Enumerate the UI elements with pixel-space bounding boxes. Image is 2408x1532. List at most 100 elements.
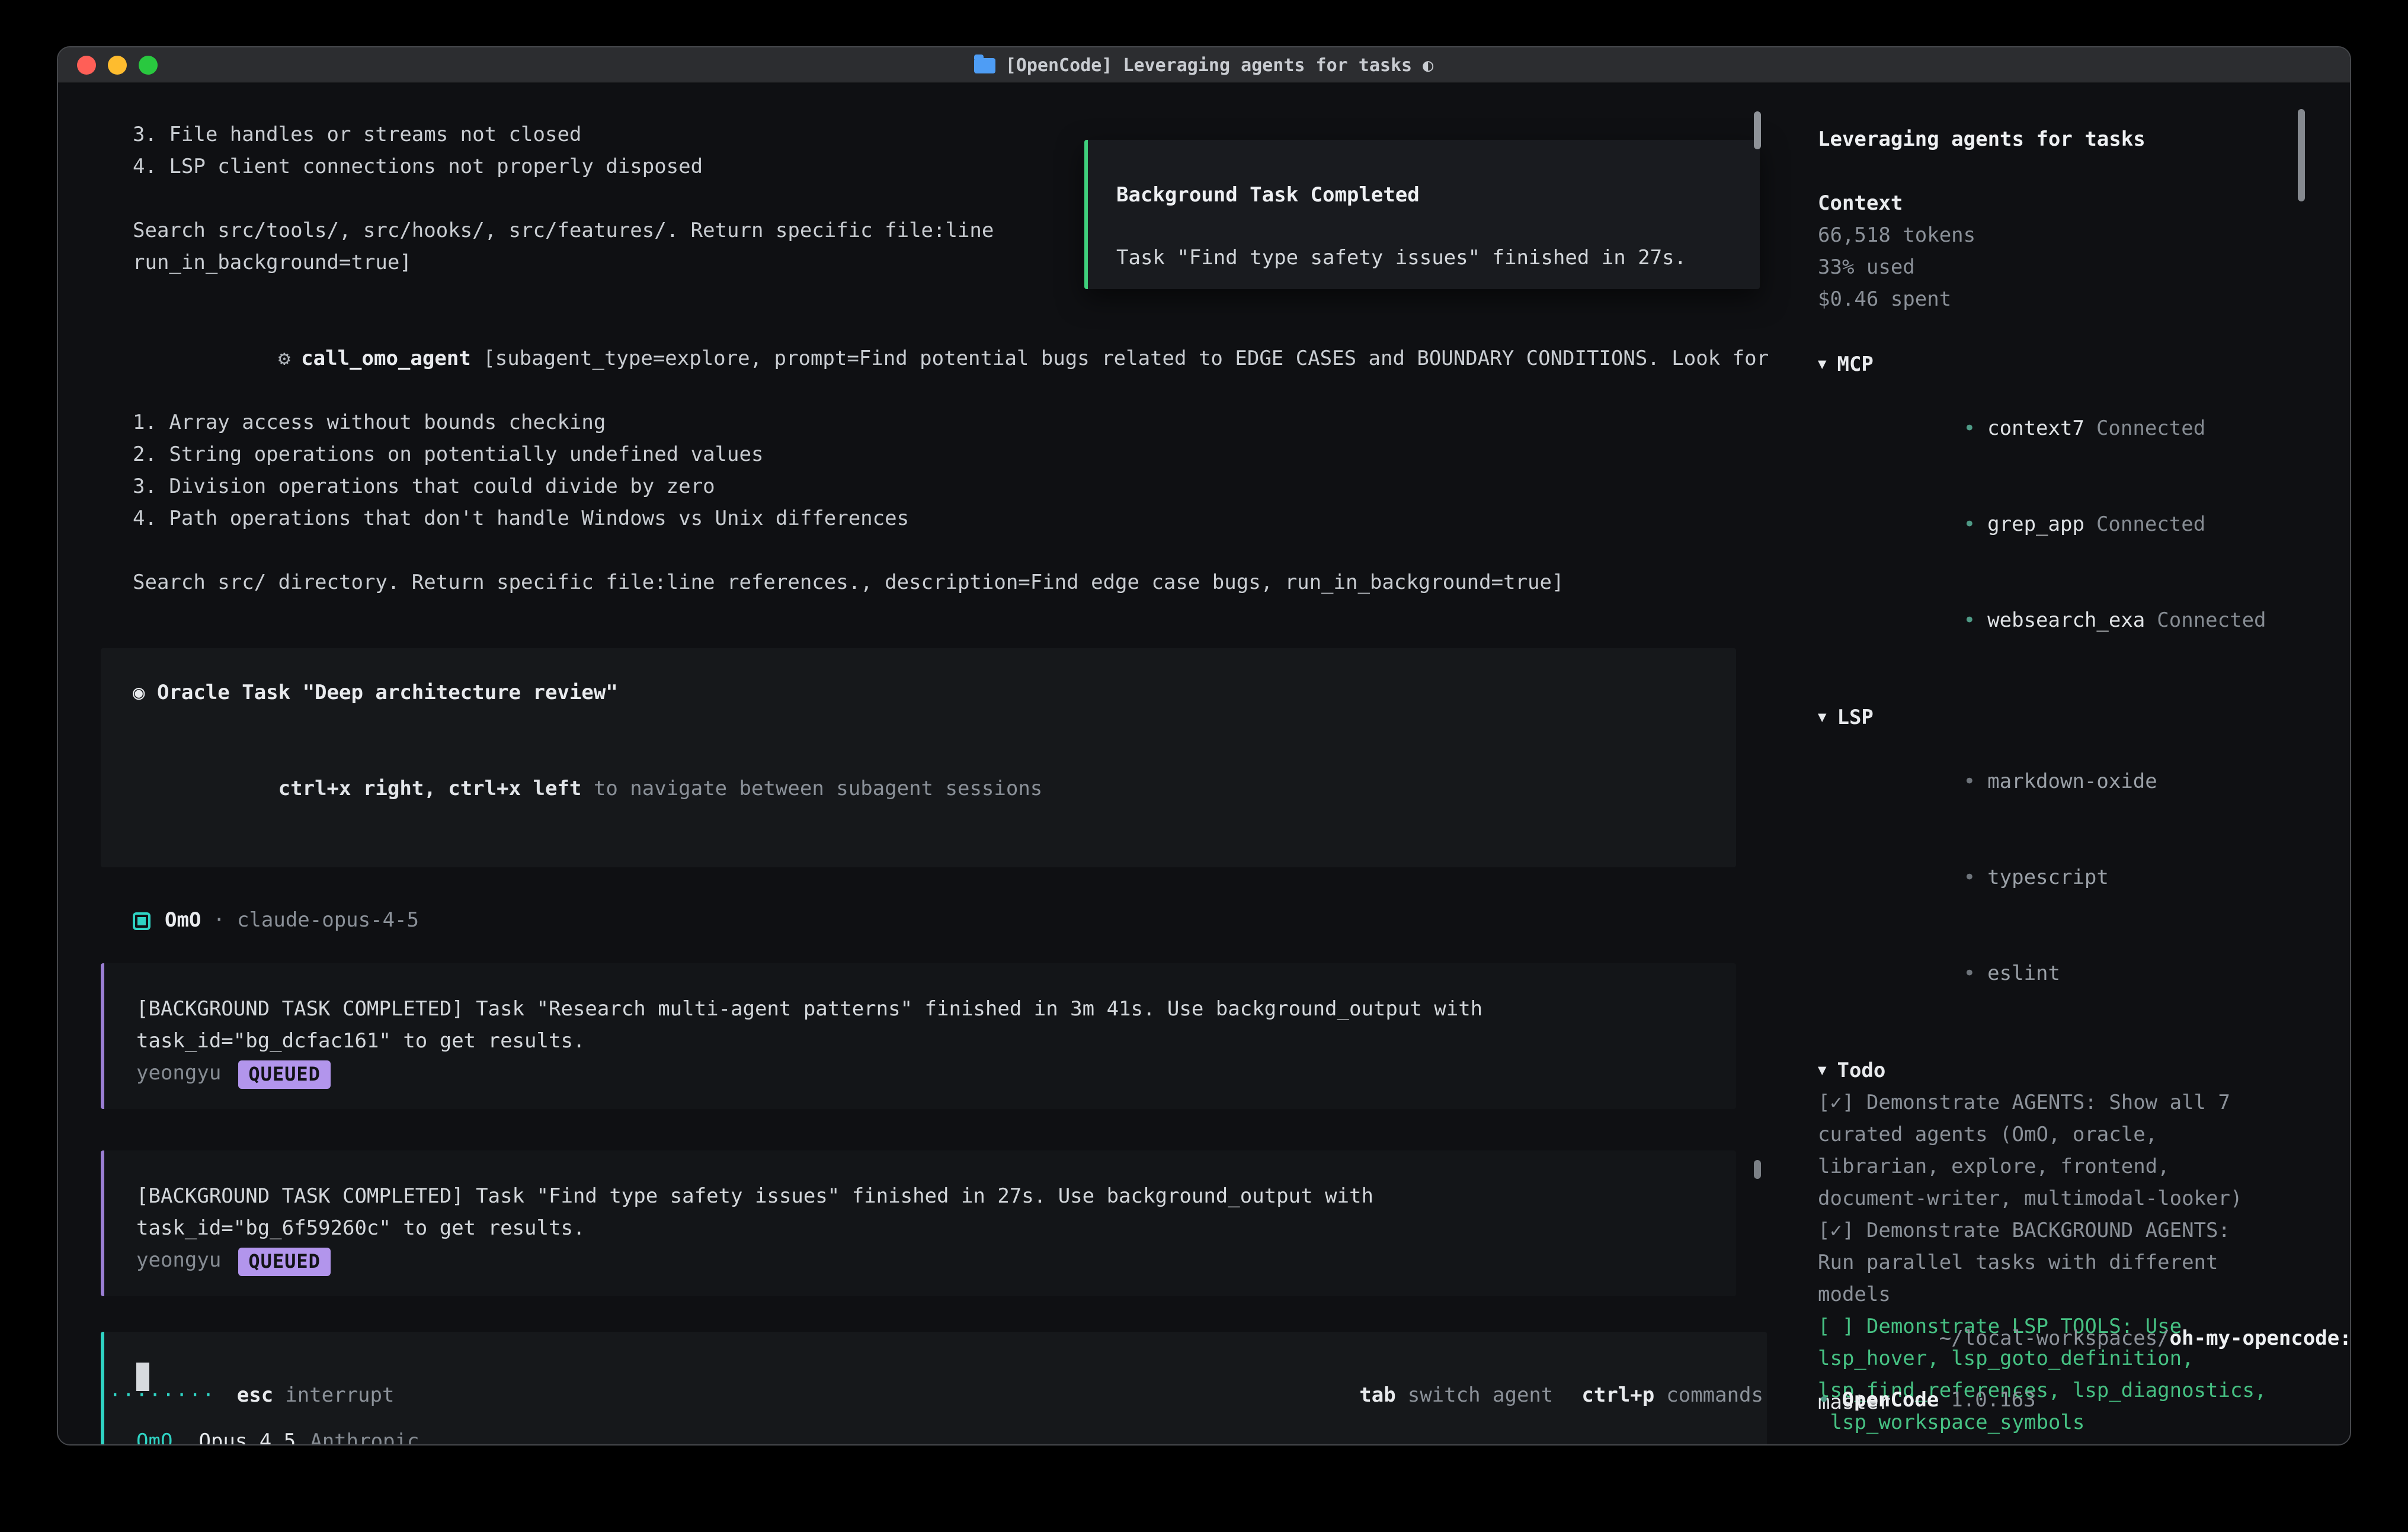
opencode-version: •OpenCode1.0.163 — [1818, 1385, 2036, 1417]
tool-call-list-line: 4. Path operations that don't handle Win… — [133, 504, 1765, 536]
agent-model: claude-opus-4-5 — [237, 905, 419, 937]
lsp-item: • typescript — [1818, 831, 2274, 927]
bullet-icon: • — [1964, 866, 1976, 890]
spinner-dots: ········ — [109, 1380, 216, 1412]
input-meta: OmOOpus 4.5Anthropic — [136, 1427, 1743, 1446]
commands-hint: ctrl+p commands — [1581, 1380, 1763, 1412]
agent-separator: · — [213, 905, 225, 937]
sidebar-scrollbar-thumb[interactable] — [2298, 109, 2305, 201]
tool-call-name: call_omo_agent — [301, 347, 471, 371]
message-meta: yeongyu QUEUED — [136, 1245, 1712, 1277]
blank-line — [133, 710, 1712, 742]
agent-square-icon — [133, 912, 150, 930]
background-task-message: [BACKGROUND TASK COMPLETED] Task "Find t… — [101, 1150, 1736, 1296]
mcp-section: ▼ MCP • context7 Connected • grep_app Connect… — [1818, 348, 2274, 669]
tab-key-hint: tab — [1359, 1384, 1395, 1408]
message-author: yeongyu — [136, 1245, 221, 1277]
subagent-nav-hint: ctrl+x right, ctrl+x left to navigate be… — [133, 742, 1712, 838]
mcp-item-name: grep_app — [1987, 513, 2084, 537]
message-line: [BACKGROUND TASK COMPLETED] Task "Find t… — [136, 1181, 1712, 1213]
oracle-task-title: ◉ Oracle Task "Deep architecture review" — [133, 678, 1712, 710]
window-title-area: [OpenCode] Leveraging agents for tasks ◐ — [58, 47, 2350, 83]
lsp-section: ▼ LSP •markdown-oxide • typescript • eslint — [1818, 701, 2274, 1023]
context-section: Context 66,518 tokens 33% used $0.46 spe… — [1818, 188, 2274, 316]
tool-call-tail: Search src/ directory. Return specific f… — [133, 568, 1765, 600]
message-author: yeongyu — [136, 1058, 221, 1090]
mcp-item-status: Connected — [2096, 417, 2205, 441]
context-used: 33% used — [1818, 252, 2274, 284]
workspace-prefix: ~/local-workspaces/ — [1939, 1327, 2170, 1351]
lsp-header-label: LSP — [1837, 706, 1873, 730]
lsp-item-name: typescript — [1987, 866, 2109, 890]
bullet-icon: • — [1964, 417, 1976, 441]
input-agent-name: OmO — [136, 1430, 172, 1446]
hint-keys: ctrl+x right, ctrl+x left — [278, 777, 582, 801]
todo-item: [✓] Demonstrate AGENTS: Show all 7 curat… — [1818, 1088, 2274, 1216]
ctrlp-key-label: commands — [1666, 1384, 1763, 1408]
background-task-message: [BACKGROUND TASK COMPLETED] Task "Resear… — [101, 963, 1736, 1109]
message-meta: yeongyu QUEUED — [136, 1058, 1712, 1090]
tab-hint: tabswitch agent — [1359, 1380, 1553, 1412]
status-right: tabswitch agent ctrl+p commands — [1331, 1380, 1763, 1412]
todo-header[interactable]: ▼Todo — [1818, 1055, 2274, 1088]
esc-key-label: interrupt — [285, 1380, 394, 1412]
agent-name: OmO — [165, 905, 201, 937]
mcp-header-label: MCP — [1837, 353, 1873, 377]
status-left: ········ esc interrupt — [94, 1380, 394, 1412]
lsp-item: •markdown-oxide — [1818, 735, 2274, 831]
lsp-item: • eslint — [1818, 927, 2274, 1023]
tool-call-header: ⚙call_omo_agent [subagent_type=explore, … — [133, 312, 1765, 408]
mcp-item-name: context7 — [1987, 417, 2084, 441]
tool-call-args-text: [subagent_type=explore, prompt=Find pote… — [483, 347, 1769, 371]
tool-call-list-line: 2. String operations on potentially unde… — [133, 440, 1765, 472]
session-title: Leveraging agents for tasks — [1818, 124, 2274, 156]
tool-call-list-line: 3. Division operations that could divide… — [133, 472, 1765, 504]
main-scrollbar-thumb[interactable] — [1754, 1160, 1761, 1179]
message-line: [BACKGROUND TASK COMPLETED] Task "Resear… — [136, 994, 1712, 1026]
mcp-item: • grep_app Connected — [1818, 477, 2274, 573]
chevron-down-icon: ▼ — [1818, 709, 1826, 725]
tool-call-list-line: 1. Array access without bounds checking — [133, 408, 1765, 440]
notification-title: Background Task Completed — [1116, 180, 1731, 212]
lsp-item-name: eslint — [1987, 962, 2060, 986]
message-line: task_id="bg_dcfac161" to get results. — [136, 1026, 1712, 1058]
agent-header: OmO · claude-opus-4-5 — [133, 905, 1765, 937]
folder-icon — [975, 57, 996, 73]
terminal-window: [OpenCode] Leveraging agents for tasks ◐… — [57, 46, 2351, 1446]
todo-header-label: Todo — [1837, 1059, 1885, 1083]
bullet-icon: • — [1964, 513, 1976, 537]
hint-text: to navigate between subagent sessions — [581, 777, 1042, 801]
gear-icon: ⚙ — [278, 347, 291, 371]
bullet-icon: • — [1818, 1389, 1830, 1412]
mcp-item: • context7 Connected — [1818, 382, 2274, 477]
context-spent: $0.46 spent — [1818, 284, 2274, 316]
esc-key-hint: esc — [237, 1380, 273, 1412]
workspace-repo: oh-my-opencode: — [2170, 1327, 2351, 1351]
window-titlebar[interactable]: [OpenCode] Leveraging agents for tasks ◐ — [58, 47, 2350, 83]
terminal-content: 3. File handles or streams not closed 4.… — [58, 83, 2350, 1444]
mcp-item-name: websearch_exa — [1987, 609, 2145, 633]
bullet-icon: • — [1964, 770, 1976, 794]
notification-body: Task "Find type safety issues" finished … — [1116, 243, 1731, 275]
workspace-line: ~/local-workspaces/oh-my-opencode: — [1818, 1291, 2292, 1387]
blank-line — [133, 536, 1765, 568]
main-scrollbar-thumb[interactable] — [1754, 111, 1761, 149]
ctrlp-key-hint: ctrl+p — [1581, 1384, 1654, 1408]
mcp-item: • websearch_exa Connected — [1818, 573, 2274, 669]
lsp-header[interactable]: ▼ LSP — [1818, 701, 2274, 735]
status-badge: QUEUED — [238, 1060, 331, 1088]
mcp-header[interactable]: ▼ MCP — [1818, 348, 2274, 382]
tool-call-args — [471, 347, 483, 371]
window-title: [OpenCode] Leveraging agents for tasks ◐ — [1006, 49, 1433, 81]
mcp-item-status: Connected — [2096, 513, 2205, 537]
session-sidebar: Leveraging agents for tasks Context 66,5… — [1818, 124, 2274, 1446]
tool-call-block: ⚙call_omo_agent [subagent_type=explore, … — [94, 312, 1765, 600]
context-header: Context — [1818, 188, 2274, 220]
bullet-icon: • — [1964, 962, 1976, 986]
message-line: task_id="bg_6f59260c" to get results. — [136, 1213, 1712, 1245]
input-model-name: Opus 4.5 — [198, 1430, 296, 1446]
status-bar: ········ esc interrupt tabswitch agent c… — [94, 1380, 1763, 1412]
chevron-down-icon: ▼ — [1818, 355, 1826, 372]
mcp-item-status: Connected — [2157, 609, 2266, 633]
bullet-icon: • — [1964, 609, 1976, 633]
